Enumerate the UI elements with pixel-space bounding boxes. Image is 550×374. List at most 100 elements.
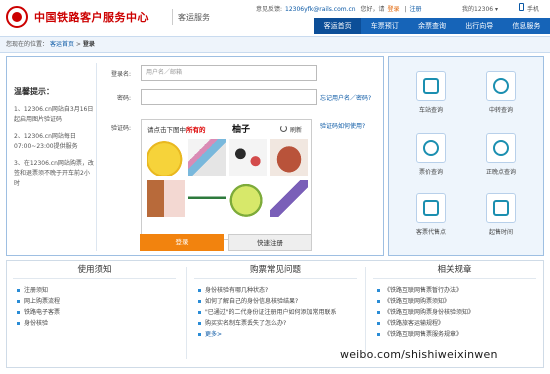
captcha-image[interactable] [229, 180, 267, 217]
refresh-button[interactable]: 刷新 [290, 125, 302, 134]
list-item[interactable]: 《铁路互联网购票身份核验须知》 [377, 307, 532, 318]
breadcrumb-separator: > [75, 41, 81, 48]
watermark: weibo.com/shishiweixinwen [340, 348, 498, 361]
column-title: 购票常见问题 [194, 261, 357, 279]
tips-divider [96, 63, 97, 251]
service-label: 客票代售点 [415, 229, 446, 236]
ticket-agents-icon [416, 193, 446, 223]
column-title: 相关规章 [373, 261, 536, 279]
sale-time-icon [486, 193, 516, 223]
captcha-image[interactable] [147, 180, 185, 217]
breadcrumb-prefix: 您现在的位置： [6, 41, 49, 48]
tip-item: 3、在12306.cn网站购票，改签和退票须不晚于开车前2小时 [14, 160, 94, 187]
captcha-prompt: 请点击下图中所有的 [147, 124, 206, 134]
main-nav: 客运首页 车票预订 余票查询 出行向导 信息服务 [314, 18, 550, 34]
service-label: 票价查询 [418, 169, 443, 176]
list-item[interactable]: 《铁路互联网售票暂行办法》 [377, 285, 532, 296]
nav-item-info-service[interactable]: 信息服务 [503, 18, 550, 34]
tips-title: 温馨提示： [14, 87, 54, 96]
more-link[interactable]: 更多> [198, 329, 353, 340]
username-label: 登录名: [110, 71, 131, 78]
top-bar: 意见反馈: 12306yfk@rails.com.cn 您好，请 登录 | 注册 [256, 4, 425, 13]
captcha-image[interactable] [188, 139, 226, 176]
breadcrumb-home-link[interactable]: 客运首页 [50, 41, 74, 48]
list-item[interactable]: 《铁路互联网售票服务规章》 [377, 329, 532, 340]
service-label: 中转查询 [488, 107, 513, 114]
tips-panel: 温馨提示： 1、12306.cn网站自3月16日起启用图片验证码 2、12306… [14, 87, 94, 196]
captcha-panel: 请点击下图中所有的 柚子 刷新 [141, 119, 312, 240]
captcha-prompt-text: 请点击下图中 [147, 126, 186, 134]
password-label: 密码: [116, 95, 131, 102]
my-12306-menu[interactable]: 我的12306 ▾ [462, 4, 498, 13]
service-label: 正晚点查询 [485, 169, 516, 176]
list-item[interactable]: 《铁路互联网购票须知》 [377, 296, 532, 307]
captcha-help-link[interactable]: 验证码如何使用? [320, 121, 365, 130]
top-divider: | [404, 6, 407, 13]
quick-register-button[interactable]: 快速注册 [228, 234, 312, 251]
feedback-email-link[interactable]: 12306yfk@rails.com.cn [285, 6, 356, 13]
faq-column: 购票常见问题 身份核验有哪几种状态? 如何了解自己的身份信息核验结果? "已通过… [188, 261, 363, 367]
fare-query-icon [416, 133, 446, 163]
captcha-keyword: 柚子 [232, 125, 251, 135]
nav-item-remaining-tickets[interactable]: 余票查询 [408, 18, 455, 34]
username-input[interactable]: 用户名／邮箱 [141, 65, 317, 81]
column-title: 使用须知 [13, 261, 176, 279]
site-header: 中国铁路客户服务中心 客运服务 意见反馈: 12306yfk@rails.com.… [0, 0, 550, 36]
clock-icon [493, 140, 509, 156]
feedback-label: 意见反馈: [256, 6, 283, 13]
top-login-link[interactable]: 登录 [388, 6, 400, 13]
services-panel: 车站查询 中转查询 票价查询 正晚点查询 客票代售点 起售时间 [388, 56, 544, 256]
service-sale-time[interactable]: 起售时间 [471, 193, 531, 239]
list-item[interactable]: 注册须知 [17, 285, 172, 296]
greeting-text: 您好，请 [360, 6, 385, 13]
column-divider [365, 267, 366, 359]
captcha-label: 验证码: [110, 125, 131, 132]
login-button[interactable]: 登录 [140, 234, 224, 251]
refresh-icon[interactable] [280, 125, 287, 132]
nav-item-travel-guide[interactable]: 出行向导 [456, 18, 503, 34]
top-register-link[interactable]: 注册 [410, 6, 422, 13]
breadcrumb: 您现在的位置： 客运首页 > 登录 [0, 36, 550, 53]
list-item[interactable]: 身份核验 [17, 318, 172, 329]
mobile-link[interactable]: 手机 [527, 4, 539, 13]
logo-divider [172, 9, 173, 25]
captcha-image[interactable] [147, 139, 185, 176]
station-icon [423, 78, 439, 94]
nav-item-home[interactable]: 客运首页 [314, 18, 362, 34]
column-divider [186, 267, 187, 359]
captcha-image[interactable] [229, 139, 267, 176]
list-item[interactable]: 如何了解自己的身份信息核验结果? [198, 296, 353, 307]
login-panel: 温馨提示： 1、12306.cn网站自3月16日起启用图片验证码 2、12306… [6, 56, 384, 256]
forgot-password-link[interactable]: 忘记用户名／密码? [320, 93, 371, 102]
service-ticket-agents[interactable]: 客票代售点 [401, 193, 461, 239]
service-fare-query[interactable]: 票价查询 [401, 133, 461, 179]
transfer-query-icon [486, 71, 516, 101]
site-subtitle: 客运服务 [178, 13, 210, 22]
site-title[interactable]: 中国铁路客户服务中心 [34, 9, 149, 25]
nav-item-booking[interactable]: 车票预订 [361, 18, 408, 34]
notice-column: 使用须知 注册须知 网上购票流程 铁路电子客票 身份核验 [7, 261, 182, 367]
tip-item: 2、12306.cn网站每日07:00~23:00提供服务 [14, 133, 78, 150]
list-item[interactable]: 网上购票流程 [17, 296, 172, 307]
service-label: 起售时间 [488, 229, 513, 236]
railway-logo-icon[interactable] [6, 6, 28, 28]
service-label: 车站查询 [418, 107, 443, 114]
captcha-image[interactable] [270, 139, 308, 176]
list-item[interactable]: 身份核验有哪几种状态? [198, 285, 353, 296]
service-station-query[interactable]: 车站查询 [401, 71, 461, 117]
transfer-icon [493, 78, 509, 94]
captcha-image[interactable] [188, 180, 226, 217]
service-delay-query[interactable]: 正晚点查询 [471, 133, 531, 179]
list-item[interactable]: 铁路电子客票 [17, 307, 172, 318]
list-item[interactable]: 购买实名制车票丢失了怎么办? [198, 318, 353, 329]
mobile-phone-icon[interactable] [519, 3, 524, 11]
breadcrumb-current: 登录 [82, 41, 95, 48]
captcha-image[interactable] [270, 180, 308, 217]
captcha-prompt-emphasis: 所有的 [186, 126, 206, 134]
list-item[interactable]: "已通过"的二代身份证注册用户如何添加常用联系 [198, 307, 353, 318]
list-item[interactable]: 《铁路旅客运输规程》 [377, 318, 532, 329]
yuan-icon [423, 140, 439, 156]
building-icon [423, 200, 439, 216]
password-input[interactable] [141, 89, 317, 105]
service-transfer-query[interactable]: 中转查询 [471, 71, 531, 117]
